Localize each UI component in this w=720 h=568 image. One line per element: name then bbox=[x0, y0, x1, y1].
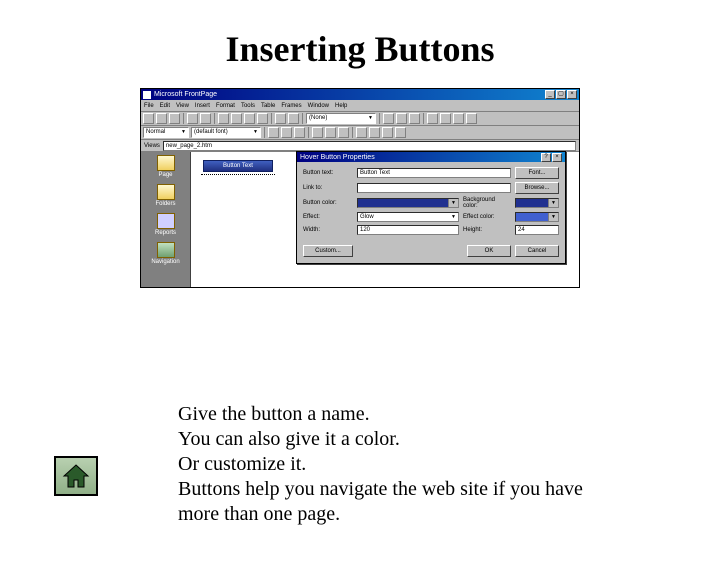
bulleted-list-icon[interactable] bbox=[369, 127, 380, 138]
cut-icon[interactable] bbox=[231, 113, 242, 124]
toolbar-standard: (None)▼ bbox=[141, 112, 579, 126]
hover-button-preview[interactable]: Button Text bbox=[203, 160, 273, 172]
folders-icon bbox=[157, 184, 175, 200]
selection-marker bbox=[201, 174, 275, 176]
frontpage-window: Microsoft FrontPage _ ▢ × File Edit View… bbox=[140, 88, 580, 288]
align-right-icon[interactable] bbox=[338, 127, 349, 138]
undo-icon[interactable] bbox=[275, 113, 286, 124]
background-color-picker[interactable]: ▼ bbox=[515, 198, 559, 208]
cancel-button[interactable]: Cancel bbox=[515, 245, 559, 257]
address-field[interactable]: new_page_2.htm bbox=[163, 141, 576, 151]
menu-insert[interactable]: Insert bbox=[195, 103, 210, 109]
button-color-picker[interactable]: ▼ bbox=[357, 198, 459, 208]
app-title: Microsoft FrontPage bbox=[154, 91, 217, 98]
component-dropdown[interactable]: (None)▼ bbox=[306, 113, 376, 124]
preview-icon[interactable] bbox=[200, 113, 211, 124]
reports-icon bbox=[157, 213, 175, 229]
image-icon[interactable] bbox=[396, 113, 407, 124]
help-icon[interactable] bbox=[466, 113, 477, 124]
stop-icon[interactable] bbox=[440, 113, 451, 124]
save-icon[interactable] bbox=[169, 113, 180, 124]
indent-icon[interactable] bbox=[395, 127, 406, 138]
input-button-text[interactable]: Button Text bbox=[357, 168, 511, 178]
menu-format[interactable]: Format bbox=[216, 103, 235, 109]
close-button[interactable]: × bbox=[567, 90, 577, 99]
effect-color-picker[interactable]: ▼ bbox=[515, 212, 559, 222]
label-effect-color: Effect color: bbox=[463, 214, 511, 220]
font-dropdown[interactable]: (default font)▼ bbox=[191, 127, 261, 138]
embedded-screenshot: Microsoft FrontPage _ ▢ × File Edit View… bbox=[140, 88, 580, 288]
menu-edit[interactable]: Edit bbox=[160, 103, 170, 109]
dialog-close-button[interactable]: × bbox=[552, 153, 562, 162]
dialog-title: Hover Button Properties bbox=[300, 154, 375, 161]
underline-icon[interactable] bbox=[294, 127, 305, 138]
instruction-text: Give the button a name. You can also giv… bbox=[178, 402, 628, 527]
instruction-line: Or customize it. bbox=[178, 452, 628, 477]
bold-icon[interactable] bbox=[268, 127, 279, 138]
dialog-help-button[interactable]: ? bbox=[541, 153, 551, 162]
label-effect: Effect: bbox=[303, 214, 353, 220]
input-width[interactable]: 120 bbox=[357, 225, 459, 235]
label-button-text: Button text: bbox=[303, 170, 353, 176]
browse-button[interactable]: Browse... bbox=[515, 182, 559, 194]
view-reports[interactable]: Reports bbox=[143, 213, 188, 236]
menu-help[interactable]: Help bbox=[335, 103, 347, 109]
minimize-button[interactable]: _ bbox=[545, 90, 555, 99]
view-folders[interactable]: Folders bbox=[143, 184, 188, 207]
label-width: Width: bbox=[303, 227, 353, 233]
font-button[interactable]: Font... bbox=[515, 167, 559, 179]
instruction-line: You can also give it a color. bbox=[178, 427, 628, 452]
app-icon bbox=[143, 91, 151, 99]
menu-frames[interactable]: Frames bbox=[281, 103, 301, 109]
hyperlink-icon[interactable] bbox=[409, 113, 420, 124]
print-icon[interactable] bbox=[187, 113, 198, 124]
hover-button-properties-dialog: Hover Button Properties ? × Button text:… bbox=[296, 151, 566, 264]
input-link-to[interactable] bbox=[357, 183, 511, 193]
new-icon[interactable] bbox=[143, 113, 154, 124]
numbered-list-icon[interactable] bbox=[356, 127, 367, 138]
menu-view[interactable]: View bbox=[176, 103, 189, 109]
italic-icon[interactable] bbox=[281, 127, 292, 138]
menu-window[interactable]: Window bbox=[308, 103, 329, 109]
page-icon bbox=[157, 155, 175, 171]
ok-button[interactable]: OK bbox=[467, 245, 511, 257]
menu-tools[interactable]: Tools bbox=[241, 103, 255, 109]
home-button[interactable] bbox=[54, 456, 98, 496]
menubar: File Edit View Insert Format Tools Table… bbox=[141, 100, 579, 112]
copy-icon[interactable] bbox=[244, 113, 255, 124]
outdent-icon[interactable] bbox=[382, 127, 393, 138]
app-titlebar: Microsoft FrontPage _ ▢ × bbox=[141, 89, 579, 100]
input-height[interactable]: 24 bbox=[515, 225, 559, 235]
align-center-icon[interactable] bbox=[325, 127, 336, 138]
dialog-titlebar: Hover Button Properties ? × bbox=[297, 152, 565, 162]
menu-file[interactable]: File bbox=[144, 103, 154, 109]
effect-dropdown[interactable]: Glow▼ bbox=[357, 212, 459, 222]
label-height: Height: bbox=[463, 227, 511, 233]
custom-button[interactable]: Custom... bbox=[303, 245, 353, 257]
menu-table[interactable]: Table bbox=[261, 103, 275, 109]
align-left-icon[interactable] bbox=[312, 127, 323, 138]
spelling-icon[interactable] bbox=[218, 113, 229, 124]
views-panel: Page Folders Reports Navigation bbox=[141, 152, 191, 287]
instruction-line: Buttons help you navigate the web site i… bbox=[178, 477, 628, 527]
view-navigation[interactable]: Navigation bbox=[143, 242, 188, 265]
maximize-button[interactable]: ▢ bbox=[556, 90, 566, 99]
table-icon[interactable] bbox=[383, 113, 394, 124]
home-icon bbox=[62, 463, 90, 489]
toolbar-formatting: Normal▼ (default font)▼ bbox=[141, 126, 579, 140]
show-all-icon[interactable] bbox=[453, 113, 464, 124]
redo-icon[interactable] bbox=[288, 113, 299, 124]
label-button-color: Button color: bbox=[303, 200, 353, 206]
instruction-line: Give the button a name. bbox=[178, 402, 628, 427]
style-dropdown[interactable]: Normal▼ bbox=[143, 127, 189, 138]
paste-icon[interactable] bbox=[257, 113, 268, 124]
slide-title: Inserting Buttons bbox=[0, 28, 720, 70]
navigation-icon bbox=[157, 242, 175, 258]
view-page[interactable]: Page bbox=[143, 155, 188, 178]
label-link-to: Link to: bbox=[303, 185, 353, 191]
open-icon[interactable] bbox=[156, 113, 167, 124]
label-background-color: Background color: bbox=[463, 197, 511, 209]
refresh-icon[interactable] bbox=[427, 113, 438, 124]
views-label: Views bbox=[144, 143, 160, 149]
